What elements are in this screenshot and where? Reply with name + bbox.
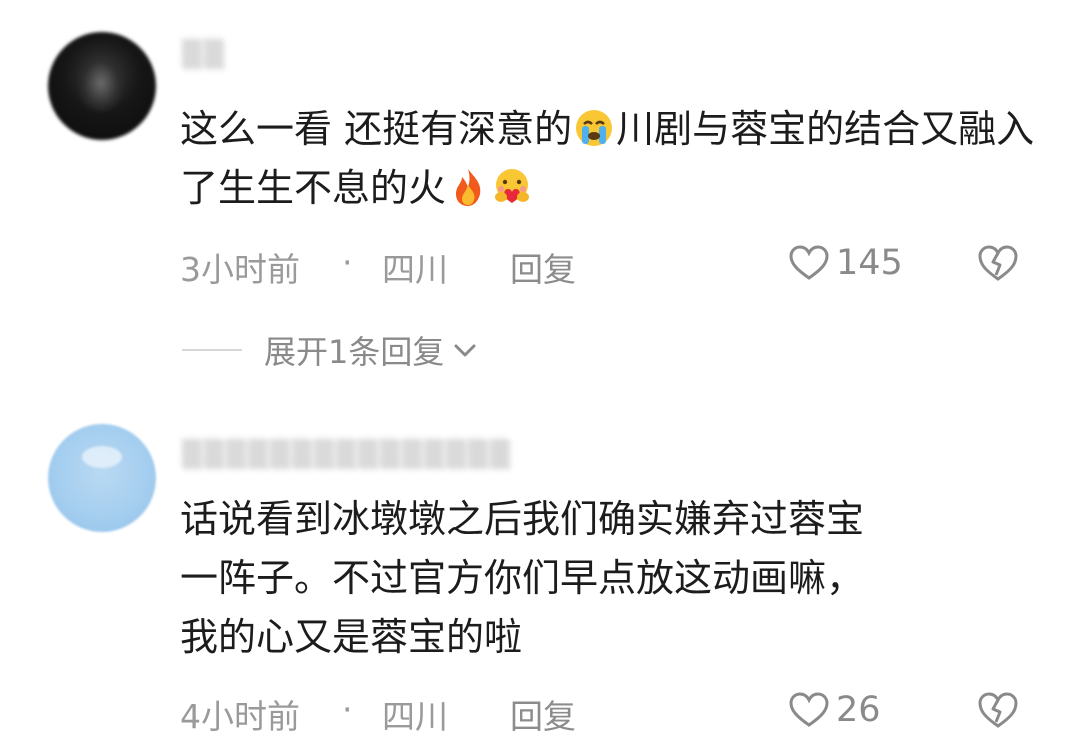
timestamp: 3小时前: [180, 250, 300, 289]
comment-meta: 4小时前 · 四川 回复 26: [180, 690, 1040, 736]
comment-text-line: 一阵子。不过官方你们早点放这动画嘛，: [180, 556, 865, 600]
timestamp: 4小时前: [180, 697, 300, 736]
like-count: 26: [836, 690, 881, 730]
like-count: 145: [836, 243, 903, 283]
comment-item: ▒▒▒▒▒▒▒▒▒▒▒▒▒▒▒ 话说看到冰墩墩之后我们确实嫌弃过蓉宝 一阵子。不…: [0, 408, 1080, 754]
broken-heart-icon[interactable]: [976, 243, 1020, 283]
broken-heart-icon[interactable]: [976, 690, 1020, 730]
chevron-down-icon: [454, 344, 476, 357]
comment-text-line: 话说看到冰墩墩之后我们确实嫌弃过蓉宝: [180, 497, 865, 541]
meta-separator: ·: [342, 243, 353, 282]
comment-text: 这么一看 还挺有深意的 川剧与蓉宝的结合又融入了生生不息的火: [180, 100, 1040, 218]
like-button[interactable]: 145: [788, 243, 903, 283]
reply-button[interactable]: 回复: [510, 243, 576, 291]
region-label: 四川: [382, 250, 448, 289]
heart-hug-emoji-icon: [495, 169, 530, 203]
like-button[interactable]: 26: [788, 690, 881, 730]
comment-text: 话说看到冰墩墩之后我们确实嫌弃过蓉宝 一阵子。不过官方你们早点放这动画嘛， 我的…: [180, 490, 1040, 667]
avatar[interactable]: [48, 424, 156, 532]
comment-text-segment: 这么一看 还挺有深意的: [180, 107, 573, 151]
comment-text-line: 我的心又是蓉宝的啦: [180, 615, 523, 659]
crying-face-emoji-icon: [576, 110, 613, 146]
fire-emoji-icon: [456, 169, 481, 206]
reply-button[interactable]: 回复: [510, 690, 576, 738]
expand-replies-button[interactable]: 展开1条回复: [182, 330, 478, 371]
avatar[interactable]: [48, 32, 156, 140]
divider-line: [182, 349, 242, 351]
expand-replies-label: 展开1条回复: [264, 333, 445, 371]
comment-item: ▒▒ 这么一看 还挺有深意的 川剧与蓉宝的结合又融入了生生不息的火 3小时前 ·…: [0, 0, 1080, 371]
heart-outline-icon: [789, 245, 829, 280]
comment-meta: 3小时前 · 四川 回复 145: [180, 243, 1040, 289]
heart-outline-icon: [789, 692, 829, 727]
username[interactable]: ▒▒: [182, 40, 226, 70]
region-label: 四川: [382, 697, 448, 736]
meta-separator: ·: [342, 690, 353, 729]
username[interactable]: ▒▒▒▒▒▒▒▒▒▒▒▒▒▒▒: [182, 440, 512, 470]
